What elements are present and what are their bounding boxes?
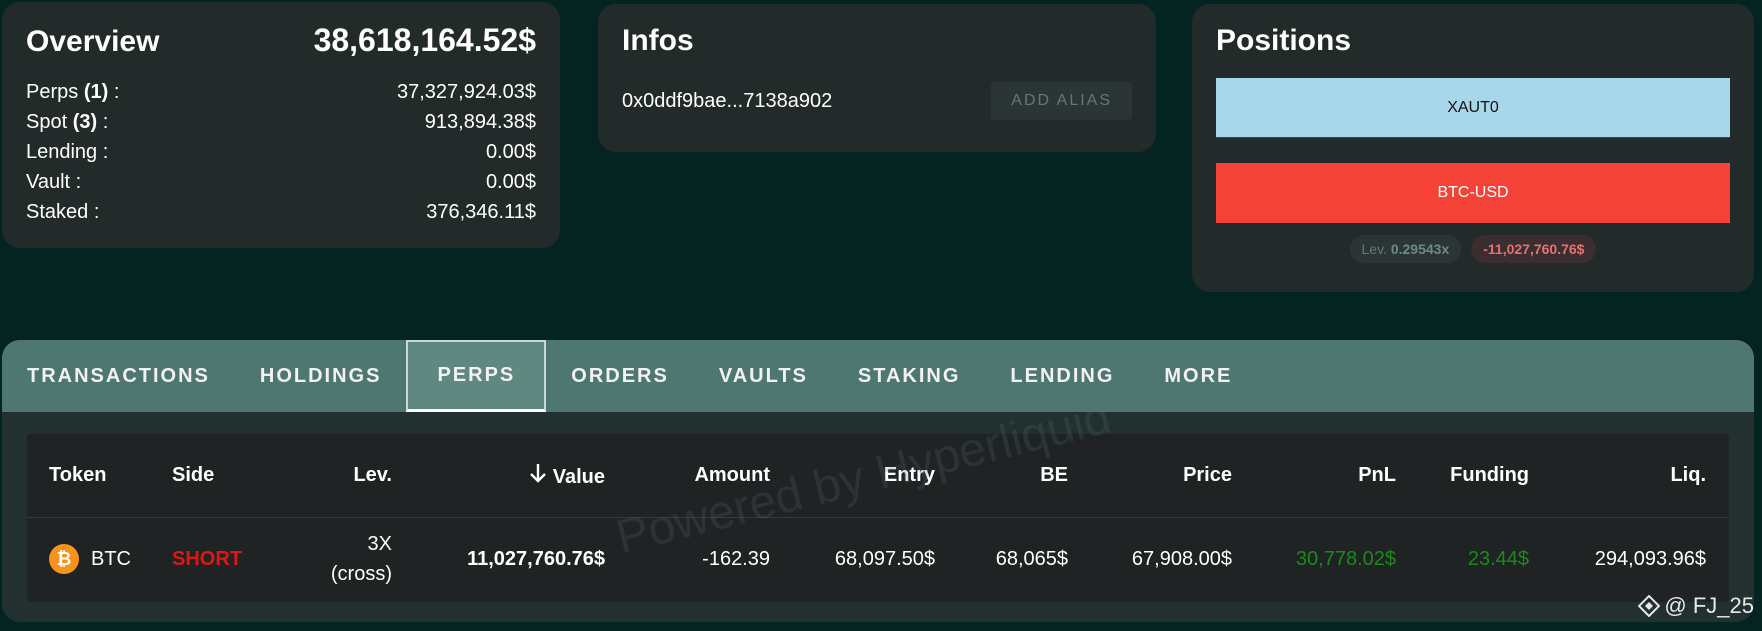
tab-more[interactable]: MORE: [1139, 340, 1257, 412]
overview-card: Overview 38,618,164.52$ Perps (1) : 37,3…: [2, 2, 560, 248]
bitcoin-icon: ₿: [49, 544, 79, 574]
diamond-logo-icon: [1637, 594, 1661, 618]
wallet-address[interactable]: 0x0ddf9bae...7138a902: [622, 90, 832, 113]
tab-holdings[interactable]: HOLDINGS: [235, 340, 407, 412]
row-be: 68,065$: [995, 547, 1068, 570]
header-amount[interactable]: Amount: [605, 464, 770, 487]
header-value[interactable]: Value: [392, 463, 605, 489]
row-price: 67,908.00$: [1131, 547, 1232, 570]
row-funding: 23.44$: [1467, 547, 1529, 570]
header-be[interactable]: BE: [935, 464, 1068, 487]
overview-row-lending: Lending : 0.00$: [26, 141, 536, 163]
tab-vaults[interactable]: VAULTS: [694, 340, 833, 412]
tab-lending[interactable]: LENDING: [985, 340, 1139, 412]
positions-card: Positions XAUT0 BTC-USD Lev. 0.29543x -1…: [1192, 4, 1754, 292]
position-btc-usd-button[interactable]: BTC-USD: [1216, 163, 1730, 223]
header-price[interactable]: Price: [1068, 464, 1232, 487]
tab-orders[interactable]: ORDERS: [546, 340, 694, 412]
tabs-panel: TRANSACTIONS HOLDINGS PERPS ORDERS VAULT…: [2, 340, 1754, 622]
table-header-row: Token Side Lev. Value Amount Entry BE Pr…: [27, 434, 1729, 518]
row-token: BTC: [91, 547, 131, 570]
overview-row-staked: Staked : 376,346.11$: [26, 201, 536, 223]
infos-card: Infos 0x0ddf9bae...7138a902 ADD ALIAS: [598, 4, 1156, 152]
overview-row-spot: Spot (3) : 913,894.38$: [26, 111, 536, 133]
pnl-badge: -11,027,760.76$: [1471, 235, 1597, 263]
infos-title: Infos: [622, 24, 694, 57]
header-token[interactable]: Token: [27, 464, 172, 487]
header-liq[interactable]: Liq.: [1529, 464, 1706, 487]
row-pnl: 30,778.02$: [1295, 547, 1396, 570]
overview-row-vault: Vault : 0.00$: [26, 171, 536, 193]
leverage-badge: Lev. 0.29543x: [1349, 235, 1462, 263]
row-entry: 68,097.50$: [834, 547, 935, 570]
overview-row-perps: Perps (1) : 37,327,924.03$: [26, 81, 536, 103]
position-xaut0-button[interactable]: XAUT0: [1216, 78, 1730, 138]
header-lev[interactable]: Lev.: [287, 464, 392, 487]
header-entry[interactable]: Entry: [770, 464, 935, 487]
row-liq: 294,093.96$: [1594, 547, 1706, 570]
row-side: SHORT: [172, 547, 242, 570]
credit-label: @ FJ_25: [1637, 593, 1754, 619]
row-value: 11,027,760.76$: [467, 547, 605, 570]
row-amount: -162.39: [702, 547, 770, 570]
header-pnl[interactable]: PnL: [1232, 464, 1396, 487]
table-row[interactable]: ₿ BTC SHORT 3X (cross) 11,027,760.76$ -1…: [27, 518, 1729, 600]
arrow-down-icon: [529, 463, 547, 489]
tab-perps[interactable]: PERPS: [406, 340, 547, 412]
overview-title: Overview: [26, 25, 160, 58]
positions-title: Positions: [1216, 24, 1352, 57]
header-side[interactable]: Side: [172, 464, 287, 487]
perps-table: Token Side Lev. Value Amount Entry BE Pr…: [27, 434, 1729, 602]
header-funding[interactable]: Funding: [1396, 464, 1529, 487]
tab-transactions[interactable]: TRANSACTIONS: [2, 340, 235, 412]
tab-bar: TRANSACTIONS HOLDINGS PERPS ORDERS VAULT…: [2, 340, 1754, 412]
add-alias-button[interactable]: ADD ALIAS: [991, 82, 1132, 120]
row-lev: 3X (cross): [330, 533, 392, 585]
tab-staking[interactable]: STAKING: [833, 340, 986, 412]
overview-total: 38,618,164.52$: [313, 22, 536, 58]
